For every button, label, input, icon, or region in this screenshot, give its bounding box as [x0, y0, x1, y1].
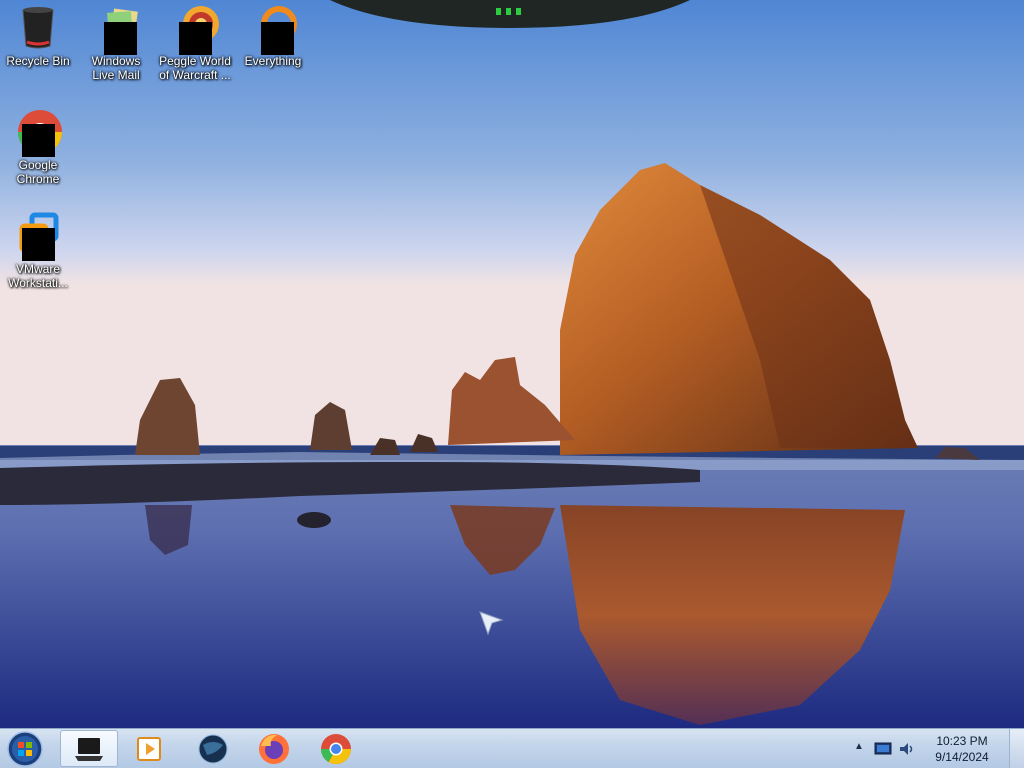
- taskbar: ▲ 10:23 PM 9/14/2024: [0, 728, 1024, 768]
- chrome-icon: [14, 108, 62, 157]
- clock-date: 9/14/2024: [935, 750, 989, 764]
- redacted-overlay: [104, 22, 137, 55]
- show-desktop-button[interactable]: [1009, 729, 1024, 768]
- taskbar-button-laptop-app[interactable]: [60, 730, 118, 767]
- media-player-icon: [137, 736, 161, 761]
- firefox-icon: [259, 733, 289, 764]
- laptop-app-icon: [75, 737, 103, 761]
- redacted-overlay: [22, 124, 55, 157]
- volume-icon[interactable]: [898, 740, 916, 758]
- globe-icon: [198, 734, 228, 763]
- start-button[interactable]: [5, 730, 45, 768]
- peggle-icon: [171, 4, 219, 55]
- desktop-icon-label: Everything: [244, 54, 302, 68]
- desktop-icon-label: Recycle Bin: [6, 54, 70, 68]
- vmware-icon: [14, 212, 62, 261]
- network-icon[interactable]: [874, 741, 892, 757]
- taskbar-button-media-player[interactable]: [120, 730, 178, 767]
- chrome-icon: [321, 733, 351, 764]
- desktop-icon-everything[interactable]: Everything: [237, 4, 309, 68]
- taskbar-button-firefox[interactable]: [245, 730, 303, 767]
- top-gadget-bar: [330, 0, 690, 28]
- clock-time: 10:23 PM: [936, 734, 988, 748]
- system-tray: ▲ 10:23 PM 9/14/2024: [854, 729, 1024, 769]
- desktop-icon-label: Google Chrome: [16, 158, 60, 186]
- windows-live-mail-icon: [92, 4, 140, 55]
- clock[interactable]: 10:23 PM 9/14/2024: [922, 733, 1002, 765]
- everything-search-icon: [249, 4, 297, 55]
- desktop-icon-label: Peggle World of Warcraft ...: [159, 54, 231, 82]
- show-hidden-icons-arrow-icon[interactable]: ▲: [854, 741, 864, 752]
- desktop-icon-label: VMware Workstati...: [8, 262, 68, 290]
- redacted-overlay: [22, 228, 55, 261]
- desktop-icon-vmware[interactable]: VMware Workstati...: [2, 212, 74, 290]
- taskbar-button-chrome[interactable]: [307, 730, 365, 767]
- desktop-icon-peggle[interactable]: Peggle World of Warcraft ...: [159, 4, 231, 82]
- desktop[interactable]: Recycle Bin Windows Live Mail Peggle Wor…: [0, 0, 1024, 728]
- wallpaper-image: [0, 0, 1024, 728]
- desktop-icon-google-chrome[interactable]: Google Chrome: [2, 108, 74, 186]
- redacted-overlay: [179, 22, 212, 55]
- desktop-icon-windows-live-mail[interactable]: Windows Live Mail: [80, 4, 152, 82]
- desktop-icon-recycle-bin[interactable]: Recycle Bin: [2, 4, 74, 68]
- recycle-bin-icon: [14, 4, 62, 52]
- mouse-cursor-icon: [479, 611, 504, 636]
- redacted-overlay: [261, 22, 294, 55]
- desktop-icon-label: Windows Live Mail: [91, 54, 141, 82]
- taskbar-button-globe-app[interactable]: [184, 730, 242, 767]
